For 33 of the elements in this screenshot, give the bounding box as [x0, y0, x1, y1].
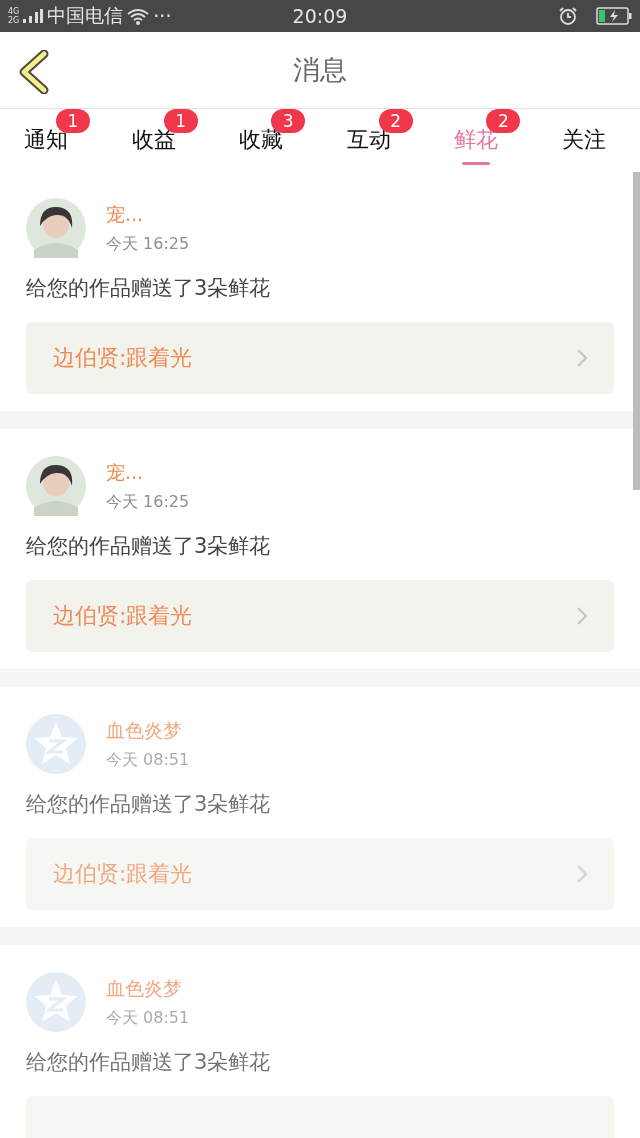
signal-icon [23, 9, 44, 23]
battery-icon [596, 7, 632, 25]
avatar [26, 714, 86, 774]
wifi-icon [127, 7, 150, 25]
sender-name: 血色炎梦 [106, 975, 183, 1001]
message-time: 今天 08:51 [106, 749, 190, 771]
sender-name: 宠... [106, 459, 145, 485]
tab[interactable]: 收益 1 [117, 109, 198, 171]
alarm-icon [558, 6, 578, 26]
chevron-right-icon [576, 606, 588, 626]
network-label: 4G [8, 7, 20, 16]
sender-name: 宠... [106, 201, 145, 227]
message-time: 今天 08:51 [106, 1007, 190, 1029]
chevron-right-icon [576, 864, 588, 884]
message-text: 给您的作品赠送了3朵鲜花 [26, 533, 272, 560]
tab[interactable]: 关注 [547, 109, 628, 171]
avatar [26, 198, 86, 258]
message-time: 今天 16:25 [106, 233, 190, 255]
message-text: 给您的作品赠送了3朵鲜花 [26, 1049, 272, 1076]
sender-name: 血色炎梦 [106, 717, 183, 743]
message-time: 今天 16:25 [106, 491, 190, 513]
page-title: 消息 [293, 53, 347, 87]
tab[interactable]: 通知 1 [10, 109, 90, 171]
carrier-name: 中国电信 [47, 3, 124, 28]
count-badge: 1 [56, 109, 90, 133]
message-text: 给您的作品赠送了3朵鲜花 [26, 791, 272, 818]
chevron-right-icon [576, 348, 588, 368]
avatar [26, 456, 86, 516]
network-label: 2G [8, 16, 20, 25]
avatar [26, 972, 86, 1032]
message-text: 给您的作品赠送了3朵鲜花 [26, 275, 272, 302]
clock-time: 20:09 [291, 5, 349, 27]
more-indicator: ··· [153, 5, 172, 27]
